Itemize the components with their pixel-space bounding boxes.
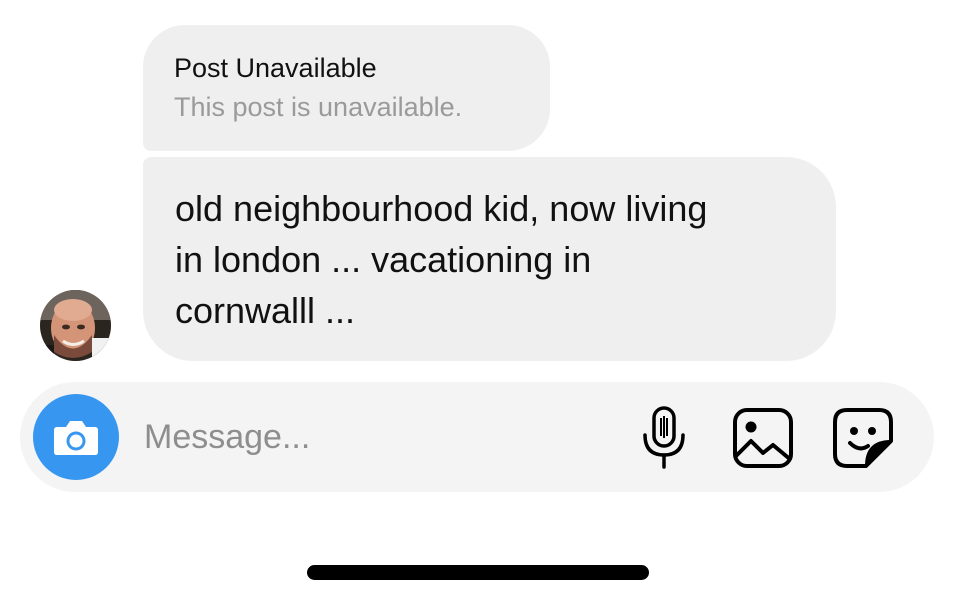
home-indicator[interactable] — [307, 565, 649, 580]
message-line: in london ... vacationing in — [175, 239, 592, 280]
shared-post-subtitle: This post is unavailable. — [174, 92, 463, 122]
microphone-icon — [643, 406, 685, 469]
message-line: old neighbourhood kid, now living — [175, 188, 708, 229]
sticker-icon — [833, 408, 893, 468]
shared-post-title: Post Unavailable — [174, 53, 377, 83]
message-input[interactable] — [144, 414, 604, 460]
sender-avatar[interactable] — [40, 290, 111, 361]
gallery-button[interactable] — [730, 405, 796, 471]
shared-post-bubble[interactable]: Post Unavailable This post is unavailabl… — [143, 25, 550, 151]
camera-icon — [54, 421, 98, 455]
sticker-button[interactable] — [830, 405, 896, 471]
camera-button[interactable] — [33, 394, 119, 480]
image-gallery-icon — [733, 408, 793, 468]
microphone-button[interactable] — [638, 405, 690, 471]
message-bubble[interactable]: old neighbourhood kid, now living in lon… — [143, 157, 836, 361]
message-line: cornwalll ... — [175, 290, 356, 331]
avatar-photo — [40, 290, 111, 361]
